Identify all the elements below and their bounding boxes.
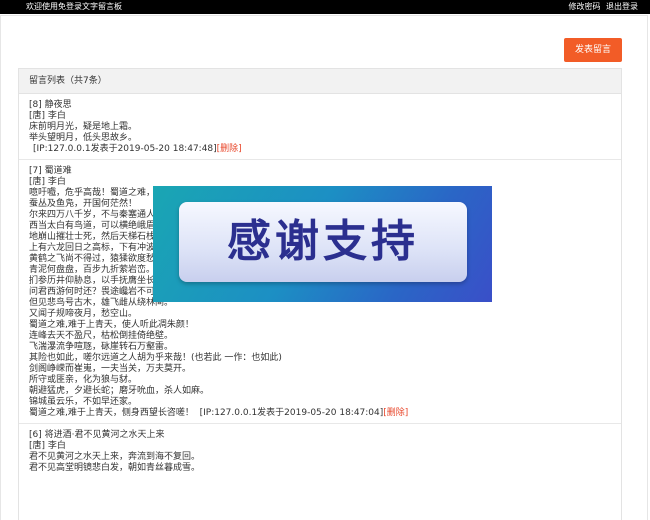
thanks-plate: 感谢支持 xyxy=(179,202,467,282)
logout-link[interactable]: 退出登录 xyxy=(606,2,638,11)
message-title: [7] 蜀道难 xyxy=(29,166,72,176)
message-line: 君不见高堂明镜悲白发，朝如青丝暮成雪。 xyxy=(29,463,201,473)
message-ip-time: [IP:127.0.0.1发表于2019-05-20 18:47:48] xyxy=(33,144,217,154)
message-line: 剑阁峥嵘而崔嵬，一夫当关，万夫莫开。 xyxy=(29,364,192,374)
post-message-button[interactable]: 发表留言 xyxy=(564,38,622,62)
message-item: [6] 将进酒·君不见黄河之水天上来 [唐] 李白 君不见黄河之水天上来，奔流到… xyxy=(19,423,621,478)
top-bar: 欢迎使用免登录文字留言板 修改密码 退出登录 xyxy=(0,0,650,14)
delete-link[interactable]: [删除] xyxy=(383,408,408,418)
change-password-link[interactable]: 修改密码 xyxy=(568,2,600,11)
message-line: 床前明月光，疑是地上霜。 xyxy=(29,122,138,132)
message-line: 所守或匪亲，化为狼与豺。 xyxy=(29,375,138,385)
delete-link[interactable]: [删除] xyxy=(217,144,242,154)
welcome-text: 欢迎使用免登录文字留言板 xyxy=(26,2,122,11)
message-line: 飞湍瀑流争喧豗，砯崖转石万壑雷。 xyxy=(29,342,174,352)
message-ip-time: [IP:127.0.0.1发表于2019-05-20 18:47:04] xyxy=(199,408,384,418)
message-meta: [IP:127.0.0.1发表于2019-05-20 18:47:48][删除] xyxy=(29,144,611,155)
user-links: 修改密码 退出登录 xyxy=(565,0,638,14)
message-line: 蜀道之难,难于上青天，使人听此凋朱颜！ xyxy=(29,320,194,330)
message-author: [唐] 李白 xyxy=(29,441,66,451)
message-list-header: 留言列表（共7条） xyxy=(19,69,621,94)
message-line: 举头望明月，低头思故乡。 xyxy=(29,133,138,143)
thanks-overlay-image: 感谢支持 xyxy=(153,186,492,302)
message-line: 君不见黄河之水天上来，奔流到海不复回。 xyxy=(29,452,201,462)
message-line: 蜀道之难,难于上青天，侧身西望长咨嗟！ xyxy=(29,408,194,418)
message-line: 连峰去天不盈尺，枯松倒挂倚绝壁。 xyxy=(29,331,174,341)
message-title: [6] 将进酒·君不见黄河之水天上来 xyxy=(29,430,165,440)
message-item: [8] 静夜思 [唐] 李白 床前明月光，疑是地上霜。 举头望明月，低头思故乡。… xyxy=(19,94,621,159)
message-last-line: 蜀道之难,难于上青天，侧身西望长咨嗟！ [IP:127.0.0.1发表于2019… xyxy=(29,408,611,419)
message-title: [8] 静夜思 xyxy=(29,100,72,110)
message-line: 其险也如此，嗟尔远道之人胡为乎来哉！(也若此 一作：也如此) xyxy=(29,353,282,363)
message-author: [唐] 李白 xyxy=(29,111,66,121)
message-line: 又闻子规啼夜月，愁空山。 xyxy=(29,309,138,319)
message-line: 朝避猛虎，夕避长蛇；磨牙吮血，杀人如麻。 xyxy=(29,386,210,396)
message-line: 锦城虽云乐，不如早还家。 xyxy=(29,397,138,407)
